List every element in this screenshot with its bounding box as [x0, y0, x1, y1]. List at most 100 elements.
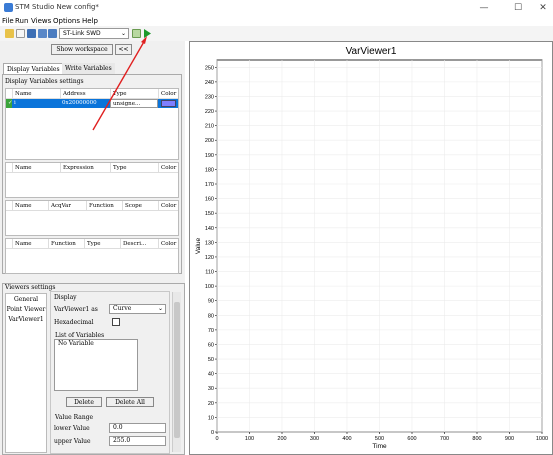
- delete-all-button[interactable]: Delete All: [106, 397, 154, 407]
- y-tick-label: 60: [208, 342, 214, 348]
- list-placeholder: No Variable: [58, 340, 94, 347]
- col-function[interactable]: Function: [48, 239, 84, 249]
- hexadecimal-label: Hexadecimal: [54, 319, 94, 326]
- col-scope[interactable]: Scope: [122, 201, 158, 211]
- scrollbar-thumb[interactable]: [174, 302, 180, 438]
- viewer-item-general[interactable]: General: [6, 296, 46, 303]
- save-as-icon[interactable]: [38, 29, 47, 38]
- y-tick-label: 220: [205, 109, 214, 115]
- minimize-button[interactable]: —: [474, 1, 494, 15]
- chart-title: VarViewer1: [346, 46, 397, 57]
- upper-value-label: upper Value: [54, 438, 91, 445]
- y-axis-label: Value: [195, 238, 202, 255]
- table-header: Name Expression Type Color: [6, 163, 178, 173]
- row-address: 0x20000000: [62, 100, 97, 106]
- chevron-down-icon: ⌄: [157, 305, 163, 312]
- hexadecimal-checkbox[interactable]: [112, 318, 120, 326]
- variables-table[interactable]: Name Address Type Color ✓ i 0x20000000 u…: [5, 88, 179, 160]
- tab-write-variables[interactable]: Write Variables: [62, 63, 115, 74]
- acquisition-table[interactable]: Name AcqVar Function Scope Color: [5, 200, 179, 236]
- col-color[interactable]: Color: [158, 239, 180, 249]
- display-group: Display VarViewer1 as Curve ⌄ Hexadecima…: [50, 291, 170, 454]
- save-icon[interactable]: [27, 29, 36, 38]
- col-type[interactable]: Type: [110, 89, 158, 99]
- y-tick-label: 210: [205, 124, 214, 130]
- viewer-item-point-viewer[interactable]: Point Viewer: [6, 306, 46, 313]
- col-function[interactable]: Function: [86, 201, 122, 211]
- open-folder-icon[interactable]: [5, 29, 14, 38]
- col-name[interactable]: Name: [12, 163, 60, 173]
- col-acqvar[interactable]: AcqVar: [48, 201, 86, 211]
- y-tick-label: 140: [205, 226, 214, 232]
- collapse-button[interactable]: <<: [115, 44, 132, 55]
- menu-file[interactable]: File: [2, 16, 14, 26]
- y-tick-label: 200: [205, 138, 214, 144]
- x-tick-label: 1000: [536, 436, 548, 442]
- app-icon: [4, 3, 13, 12]
- delete-button[interactable]: Delete: [66, 397, 102, 407]
- col-color[interactable]: Color: [158, 201, 180, 211]
- y-tick-label: 180: [205, 167, 214, 173]
- y-tick-label: 160: [205, 197, 214, 203]
- viewer-as-select[interactable]: Curve ⌄: [109, 304, 166, 314]
- menu-views[interactable]: Views: [31, 16, 51, 26]
- y-tick-label: 30: [208, 386, 214, 392]
- new-icon[interactable]: [16, 29, 25, 38]
- x-tick-label: 300: [310, 436, 319, 442]
- menu-options[interactable]: Options: [53, 16, 80, 26]
- x-tick-label: 400: [342, 436, 351, 442]
- tab-display-variables[interactable]: Display Variables: [3, 63, 64, 74]
- window-title: STM Studio New config*: [15, 3, 99, 11]
- list-of-variables-label: List of Variables: [55, 332, 105, 339]
- y-tick-label: 190: [205, 153, 214, 159]
- col-type[interactable]: Type: [84, 239, 120, 249]
- functions-table[interactable]: Name Function Type Descri... Color: [5, 238, 179, 274]
- row-type-select[interactable]: unsigne...: [110, 99, 158, 108]
- y-tick-label: 40: [208, 372, 214, 378]
- col-color[interactable]: Color: [158, 89, 180, 99]
- x-tick-label: 100: [245, 436, 254, 442]
- lower-value-input[interactable]: 0.0: [109, 423, 166, 433]
- y-tick-label: 20: [208, 401, 214, 407]
- y-tick-label: 130: [205, 240, 214, 246]
- row-color-swatch[interactable]: [161, 100, 176, 107]
- viewers-list[interactable]: General Point Viewer VarViewer1: [5, 293, 47, 453]
- varviewer-chart[interactable]: VarViewer1 0 10 20 30 40 50 60 70 80 90 100 110 120 13…: [190, 42, 552, 454]
- play-icon[interactable]: [143, 29, 152, 38]
- menu-run[interactable]: Run: [15, 16, 28, 26]
- col-color[interactable]: Color: [158, 163, 180, 173]
- table-header: Name Function Type Descri... Color: [6, 239, 178, 249]
- title-bar: STM Studio New config* — ☐ ✕: [0, 0, 553, 16]
- y-tick-label: 10: [208, 415, 214, 421]
- y-tick-label: 90: [208, 299, 214, 305]
- y-tick-label: 110: [205, 270, 214, 276]
- menu-help[interactable]: Help: [82, 16, 98, 26]
- y-tick-label: 0: [211, 430, 214, 436]
- upper-value-input[interactable]: 255.0: [109, 436, 166, 446]
- y-tick-label: 230: [205, 94, 214, 100]
- y-tick-label: 100: [205, 284, 214, 290]
- close-button[interactable]: ✕: [533, 1, 553, 15]
- y-tick-label: 170: [205, 182, 214, 188]
- viewer-item-varviewer1[interactable]: VarViewer1: [6, 316, 46, 323]
- vertical-scrollbar[interactable]: [172, 292, 181, 452]
- col-name[interactable]: Name: [12, 89, 60, 99]
- variables-listbox[interactable]: No Variable: [54, 339, 138, 391]
- col-expression[interactable]: Expression: [60, 163, 110, 173]
- y-tick-label: 80: [208, 313, 214, 319]
- viewer-as-value: Curve: [113, 305, 132, 312]
- show-workspace-button[interactable]: Show workspace: [51, 44, 113, 55]
- col-address[interactable]: Address: [60, 89, 110, 99]
- col-description[interactable]: Descri...: [120, 239, 158, 249]
- x-tick-label: 800: [472, 436, 481, 442]
- col-name[interactable]: Name: [12, 239, 48, 249]
- maximize-button[interactable]: ☐: [508, 1, 528, 15]
- expressions-table[interactable]: Name Expression Type Color: [5, 162, 179, 198]
- table-row[interactable]: ✓ i 0x20000000 unsigne...: [6, 99, 178, 108]
- col-type[interactable]: Type: [110, 163, 158, 173]
- col-name[interactable]: Name: [12, 201, 48, 211]
- settings-icon[interactable]: [48, 29, 57, 38]
- probe-select[interactable]: ST-Link SWD ⌄: [59, 28, 129, 39]
- table-header: Name Address Type Color: [6, 89, 178, 99]
- import-icon[interactable]: [132, 29, 141, 38]
